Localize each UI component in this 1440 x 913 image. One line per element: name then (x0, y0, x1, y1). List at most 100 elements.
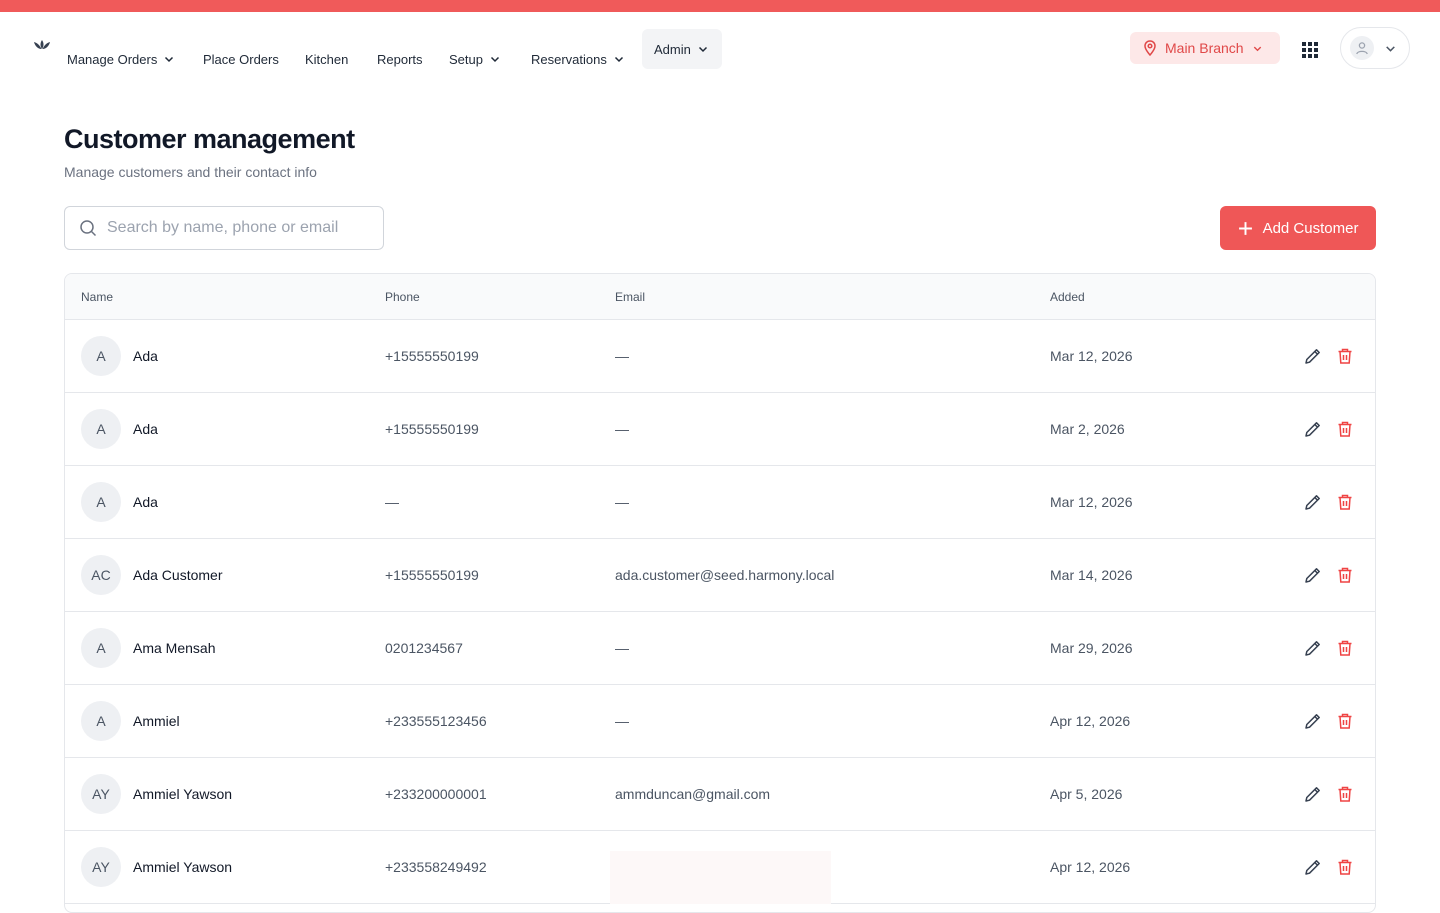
table-row: A Ada +15555550199 — Mar 12, 2026 (65, 320, 1375, 393)
chevron-down-icon (1253, 46, 1261, 51)
pencil-icon[interactable] (1303, 784, 1323, 804)
branch-selector[interactable]: Main Branch (1130, 32, 1280, 64)
pencil-icon[interactable] (1303, 638, 1323, 658)
search-input[interactable] (107, 219, 367, 237)
add-customer-label: Add Customer (1262, 219, 1359, 237)
table-row: AY Ammiel Yawson +233200000001 ammduncan… (65, 758, 1375, 831)
plus-icon (1238, 221, 1252, 235)
nav-label: Place Orders (203, 51, 279, 67)
name-cell: A Ada (81, 320, 158, 392)
added-cell: Mar 14, 2026 (1050, 567, 1133, 583)
name-cell: A Ada (81, 393, 158, 465)
pencil-icon[interactable] (1303, 857, 1323, 877)
avatar: A (81, 482, 121, 522)
table-row: AC Ada Customer +15555550199 ada.custome… (65, 539, 1375, 612)
avatar: A (81, 336, 121, 376)
nav-reservations[interactable]: Reservations (519, 39, 637, 79)
phone-cell: — (385, 494, 399, 510)
map-pin-icon (1144, 40, 1156, 56)
avatar: A (81, 701, 121, 741)
nav-setup[interactable]: Setup (437, 39, 513, 79)
added-cell: Mar 29, 2026 (1050, 640, 1133, 656)
added-cell: Mar 12, 2026 (1050, 348, 1133, 364)
email-cell: ammduncan@gmail.com (615, 786, 771, 802)
trash-icon[interactable] (1335, 419, 1355, 439)
phone-cell: 0201234567 (385, 640, 463, 656)
trash-icon[interactable] (1335, 638, 1355, 658)
nav-admin[interactable]: Admin (642, 29, 722, 69)
avatar: A (81, 628, 121, 668)
column-header-added: Added (1050, 290, 1085, 304)
customer-name: Ama Mensah (133, 640, 216, 656)
phone-cell: +233555123456 (385, 713, 487, 729)
chevron-down-icon (1386, 45, 1395, 52)
nav-kitchen[interactable]: Kitchen (293, 39, 360, 79)
table-row: A Ada — — Mar 12, 2026 (65, 466, 1375, 539)
email-cell: — (615, 494, 629, 510)
phone-cell: +15555550199 (385, 348, 479, 364)
pencil-icon[interactable] (1303, 492, 1323, 512)
phone-cell: +233200000001 (385, 786, 487, 802)
name-cell: AY Ammiel Yawson (81, 758, 232, 830)
search-icon (80, 220, 97, 237)
customer-name: Ada (133, 348, 158, 364)
avatar: AC (81, 555, 121, 595)
column-header-phone: Phone (385, 290, 420, 304)
name-cell: AC Ada Customer (81, 539, 222, 611)
page-title: Customer management (64, 124, 355, 154)
column-header-email: Email (615, 290, 646, 304)
nav-place-orders[interactable]: Place Orders (191, 39, 291, 79)
avatar: A (81, 409, 121, 449)
table-row: A Ama Mensah 0201234567 — Mar 29, 2026 (65, 612, 1375, 685)
chevron-down-icon (490, 56, 500, 63)
email-cell: — (615, 421, 629, 437)
pencil-icon[interactable] (1303, 419, 1323, 439)
added-cell: Apr 12, 2026 (1050, 713, 1131, 729)
add-customer-button[interactable]: Add Customer (1220, 206, 1376, 250)
customers-table: Name Phone Email Added A Ada +1555555019… (64, 273, 1376, 913)
added-cell: Mar 12, 2026 (1050, 494, 1133, 510)
nav-label: Reservations (531, 51, 607, 67)
trash-icon[interactable] (1335, 711, 1355, 731)
phone-cell: +233558249492 (385, 859, 487, 875)
trash-icon[interactable] (1335, 784, 1355, 804)
phone-cell: +15555550199 (385, 421, 479, 437)
chevron-down-icon (698, 46, 707, 53)
redacted-email (610, 851, 831, 904)
added-cell: Mar 2, 2026 (1050, 421, 1125, 437)
avatar: AY (81, 847, 121, 887)
grid-icon[interactable] (1300, 40, 1320, 60)
nav-label: Setup (449, 51, 483, 67)
nav-manage-orders[interactable]: Manage Orders (55, 39, 187, 79)
trash-icon[interactable] (1335, 346, 1355, 366)
customer-name: Ammiel (133, 713, 180, 729)
nav-reports[interactable]: Reports (365, 39, 435, 79)
search-box[interactable] (64, 206, 384, 250)
email-cell: — (615, 713, 629, 729)
name-cell: A Ada (81, 466, 158, 538)
customer-name: Ada Customer (133, 567, 223, 583)
nav-label: Manage Orders (67, 51, 158, 67)
pencil-icon[interactable] (1303, 711, 1323, 731)
name-cell: A Ama Mensah (81, 612, 215, 684)
user-menu-button[interactable] (1340, 27, 1410, 69)
chevron-down-icon (614, 56, 623, 63)
nav-label: Kitchen (305, 51, 349, 67)
lotus-icon[interactable] (33, 38, 51, 52)
trash-icon[interactable] (1335, 492, 1355, 512)
avatar (1350, 36, 1374, 60)
page-subtitle: Manage customers and their contact info (64, 164, 317, 180)
customer-name: Ada (133, 494, 158, 510)
name-cell: A Ammiel (81, 685, 180, 757)
column-header-name: Name (81, 290, 114, 304)
pencil-icon[interactable] (1303, 346, 1323, 366)
pencil-icon[interactable] (1303, 565, 1323, 585)
table-header: Name Phone Email Added (65, 274, 1375, 320)
top-accent-strip (0, 0, 1440, 12)
trash-icon[interactable] (1335, 565, 1355, 585)
branch-name: Main Branch (1165, 40, 1244, 56)
nav-label: Admin (654, 41, 691, 57)
trash-icon[interactable] (1335, 857, 1355, 877)
customer-name: Ammiel Yawson (133, 786, 233, 802)
customer-name: Ammiel Yawson (133, 859, 233, 875)
